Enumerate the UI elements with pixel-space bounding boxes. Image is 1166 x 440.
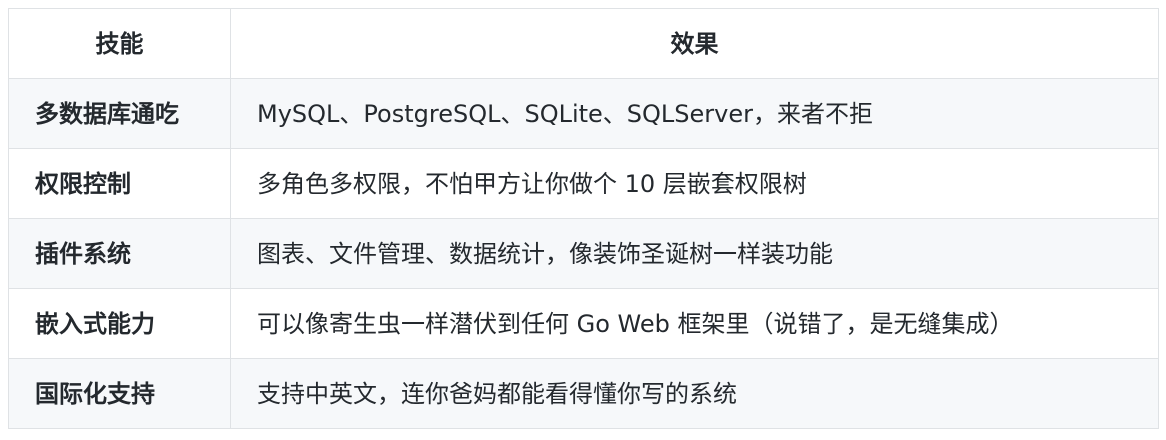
skill-cell: 嵌入式能力 <box>8 288 231 359</box>
effect-cell: MySQL、PostgreSQL、SQLite、SQLServer，来者不拒 <box>230 78 1159 149</box>
header-row: 技能 效果 <box>8 8 1159 79</box>
skills-table: 技能 效果 多数据库通吃 MySQL、PostgreSQL、SQLite、SQL… <box>8 8 1159 429</box>
skill-cell: 多数据库通吃 <box>8 78 231 149</box>
table-row: 国际化支持 支持中英文，连你爸妈都能看得懂你写的系统 <box>8 358 1159 429</box>
effect-cell: 支持中英文，连你爸妈都能看得懂你写的系统 <box>230 358 1159 429</box>
effect-cell: 图表、文件管理、数据统计，像装饰圣诞树一样装功能 <box>230 218 1159 289</box>
table-row: 权限控制 多角色多权限，不怕甲方让你做个 10 层嵌套权限树 <box>8 148 1159 219</box>
table-header: 技能 效果 <box>8 8 1159 79</box>
skills-table-container: 技能 效果 多数据库通吃 MySQL、PostgreSQL、SQLite、SQL… <box>8 8 1159 429</box>
effect-cell: 多角色多权限，不怕甲方让你做个 10 层嵌套权限树 <box>230 148 1159 219</box>
skill-cell: 权限控制 <box>8 148 231 219</box>
header-effect: 效果 <box>230 8 1159 79</box>
effect-cell: 可以像寄生虫一样潜伏到任何 Go Web 框架里（说错了，是无缝集成） <box>230 288 1159 359</box>
table-row: 多数据库通吃 MySQL、PostgreSQL、SQLite、SQLServer… <box>8 78 1159 149</box>
skill-cell: 插件系统 <box>8 218 231 289</box>
header-skill: 技能 <box>8 8 231 79</box>
table-row: 插件系统 图表、文件管理、数据统计，像装饰圣诞树一样装功能 <box>8 218 1159 289</box>
skill-cell: 国际化支持 <box>8 358 231 429</box>
table-row: 嵌入式能力 可以像寄生虫一样潜伏到任何 Go Web 框架里（说错了，是无缝集成… <box>8 288 1159 359</box>
table-body: 多数据库通吃 MySQL、PostgreSQL、SQLite、SQLServer… <box>8 78 1159 429</box>
